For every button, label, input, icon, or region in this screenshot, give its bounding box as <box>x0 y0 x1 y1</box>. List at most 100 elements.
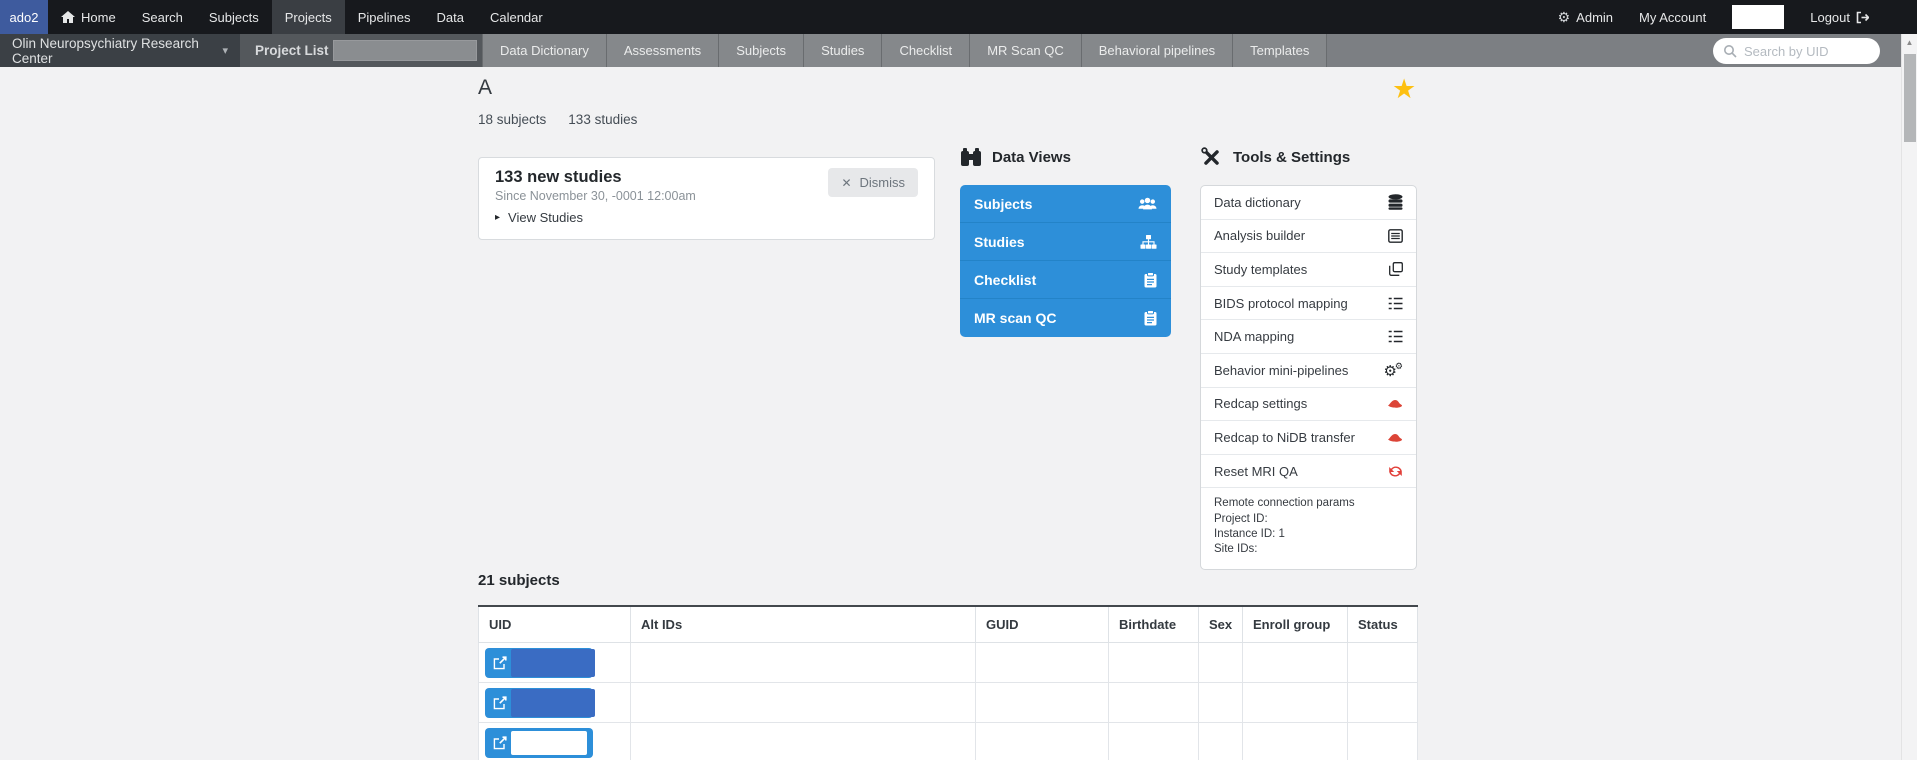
guid-cell <box>976 683 1109 723</box>
logout-link[interactable]: Logout <box>1810 10 1869 25</box>
tab-studies[interactable]: Studies <box>803 34 881 67</box>
data-views-title: Data Views <box>992 149 1071 166</box>
main-nav: Home Search Subjects Projects Pipelines … <box>48 0 556 34</box>
uid-search-box <box>1713 38 1880 64</box>
search-input[interactable] <box>1744 44 1864 59</box>
enroll-group-cell <box>1243 643 1348 683</box>
uid-button[interactable] <box>485 728 593 758</box>
uid-button[interactable] <box>485 648 593 678</box>
close-icon: ✕ <box>841 176 851 190</box>
list-alt-icon <box>1388 229 1403 243</box>
clipboard-icon <box>1144 272 1157 288</box>
tool-bids-protocol-mapping[interactable]: BIDS protocol mapping <box>1201 287 1416 321</box>
view-studies-label: View Studies <box>508 210 583 225</box>
data-view-label: Studies <box>974 234 1025 250</box>
tool-label: Redcap to NiDB transfer <box>1214 430 1355 445</box>
tab-label: Subjects <box>736 43 786 58</box>
tab-assessments[interactable]: Assessments <box>606 34 718 67</box>
center-name: Olin Neuropsychiatry Research Center <box>12 36 208 66</box>
project-tabs: Data Dictionary Assessments Subjects Stu… <box>482 34 1327 67</box>
triangle-right-icon: ▸ <box>495 212 500 223</box>
view-studies-toggle[interactable]: ▸ View Studies <box>495 210 918 225</box>
remote-connection-params: Remote connection params Project ID: Ins… <box>1201 488 1416 569</box>
tool-reset-mri-qa[interactable]: Reset MRI QA <box>1201 455 1416 489</box>
dismiss-button[interactable]: ✕ Dismiss <box>828 168 918 197</box>
table-row <box>479 643 1418 683</box>
subjects-count-heading: 21 subjects <box>478 572 560 589</box>
list-check-icon <box>1388 297 1403 310</box>
alt-ids-cell <box>631 723 976 760</box>
tool-label: Analysis builder <box>1214 228 1305 243</box>
nav-item-home[interactable]: Home <box>48 0 129 34</box>
tab-label: Data Dictionary <box>500 43 589 58</box>
nav-item-label: Home <box>81 10 116 25</box>
redacted-uid <box>511 649 595 677</box>
admin-label: Admin <box>1576 10 1613 25</box>
center-selector[interactable]: Olin Neuropsychiatry Research Center ▾ <box>0 34 240 67</box>
list-check-icon <box>1388 330 1403 343</box>
tools-settings-heading: Tools & Settings <box>1200 147 1350 168</box>
tool-redcap-settings[interactable]: Redcap settings <box>1201 388 1416 422</box>
project-filter-input[interactable] <box>333 40 477 61</box>
gear-icon: ⚙ <box>1558 10 1571 24</box>
binoculars-icon <box>960 147 982 167</box>
data-view-label: Subjects <box>974 196 1032 212</box>
tool-label: Reset MRI QA <box>1214 464 1298 479</box>
tool-nda-mapping[interactable]: NDA mapping <box>1201 320 1416 354</box>
data-view-mr-scan-qc[interactable]: MR scan QC <box>960 299 1171 337</box>
uid-cell <box>479 723 631 760</box>
tab-label: Studies <box>821 43 864 58</box>
external-link-icon <box>493 656 507 670</box>
tab-checklist[interactable]: Checklist <box>881 34 969 67</box>
uid-button[interactable] <box>485 688 593 718</box>
table-row <box>479 683 1418 723</box>
data-view-subjects[interactable]: Subjects <box>960 185 1171 223</box>
tab-behavioral-pipelines[interactable]: Behavioral pipelines <box>1081 34 1232 67</box>
nav-item-pipelines[interactable]: Pipelines <box>345 0 424 34</box>
tool-label: Redcap settings <box>1214 396 1307 411</box>
sex-cell <box>1199 723 1243 760</box>
data-view-studies[interactable]: Studies <box>960 223 1171 261</box>
instance-id-line: Instance ID: 1 <box>1214 527 1403 542</box>
redcap-hat-icon <box>1387 398 1403 409</box>
tab-mr-scan-qc[interactable]: MR Scan QC <box>969 34 1081 67</box>
nav-item-subjects[interactable]: Subjects <box>196 0 272 34</box>
star-icon[interactable]: ★ <box>1392 76 1416 103</box>
tab-data-dictionary[interactable]: Data Dictionary <box>482 34 606 67</box>
home-icon <box>61 11 75 23</box>
tool-study-templates[interactable]: Study templates <box>1201 253 1416 287</box>
data-view-checklist[interactable]: Checklist <box>960 261 1171 299</box>
status-cell <box>1348 643 1418 683</box>
project-sub-bar: Olin Neuropsychiatry Research Center ▾ P… <box>0 34 1917 67</box>
tool-label: Data dictionary <box>1214 195 1301 210</box>
logout-icon <box>1856 11 1869 24</box>
tool-analysis-builder[interactable]: Analysis builder <box>1201 220 1416 254</box>
admin-link[interactable]: ⚙ Admin <box>1558 10 1613 25</box>
nav-item-data[interactable]: Data <box>424 0 477 34</box>
tool-redcap-to-nidb-transfer[interactable]: Redcap to NiDB transfer <box>1201 421 1416 455</box>
guid-cell <box>976 643 1109 683</box>
nav-item-search[interactable]: Search <box>129 0 196 34</box>
tab-subjects[interactable]: Subjects <box>718 34 803 67</box>
tab-label: MR Scan QC <box>987 43 1064 58</box>
scrollbar-thumb[interactable] <box>1904 54 1916 142</box>
tool-behavior-mini-pipelines[interactable]: Behavior mini-pipelines ⚙⚙ <box>1201 354 1416 388</box>
nav-item-projects[interactable]: Projects <box>272 0 345 34</box>
vertical-scrollbar[interactable]: ▲ <box>1901 34 1917 760</box>
scroll-up-arrow-icon[interactable]: ▲ <box>1902 34 1917 47</box>
refresh-icon <box>1388 465 1403 478</box>
my-account-label: My Account <box>1639 10 1706 25</box>
new-studies-card: 133 new studies Since November 30, -0001… <box>478 157 935 240</box>
uid-cell <box>479 643 631 683</box>
project-list-segment: Project List <box>240 34 482 67</box>
top-nav-bar: ado2 Home Search Subjects Projects Pipel… <box>0 0 1917 34</box>
my-account-link[interactable]: My Account <box>1639 10 1706 25</box>
tool-label: BIDS protocol mapping <box>1214 296 1348 311</box>
tool-data-dictionary[interactable]: Data dictionary <box>1201 186 1416 220</box>
nav-item-calendar[interactable]: Calendar <box>477 0 556 34</box>
col-header-uid: UID <box>479 606 631 643</box>
brand-badge[interactable]: ado2 <box>0 0 48 34</box>
clipboard-icon <box>1144 310 1157 326</box>
tab-templates[interactable]: Templates <box>1232 34 1327 67</box>
project-list-link[interactable]: Project List <box>240 43 329 58</box>
